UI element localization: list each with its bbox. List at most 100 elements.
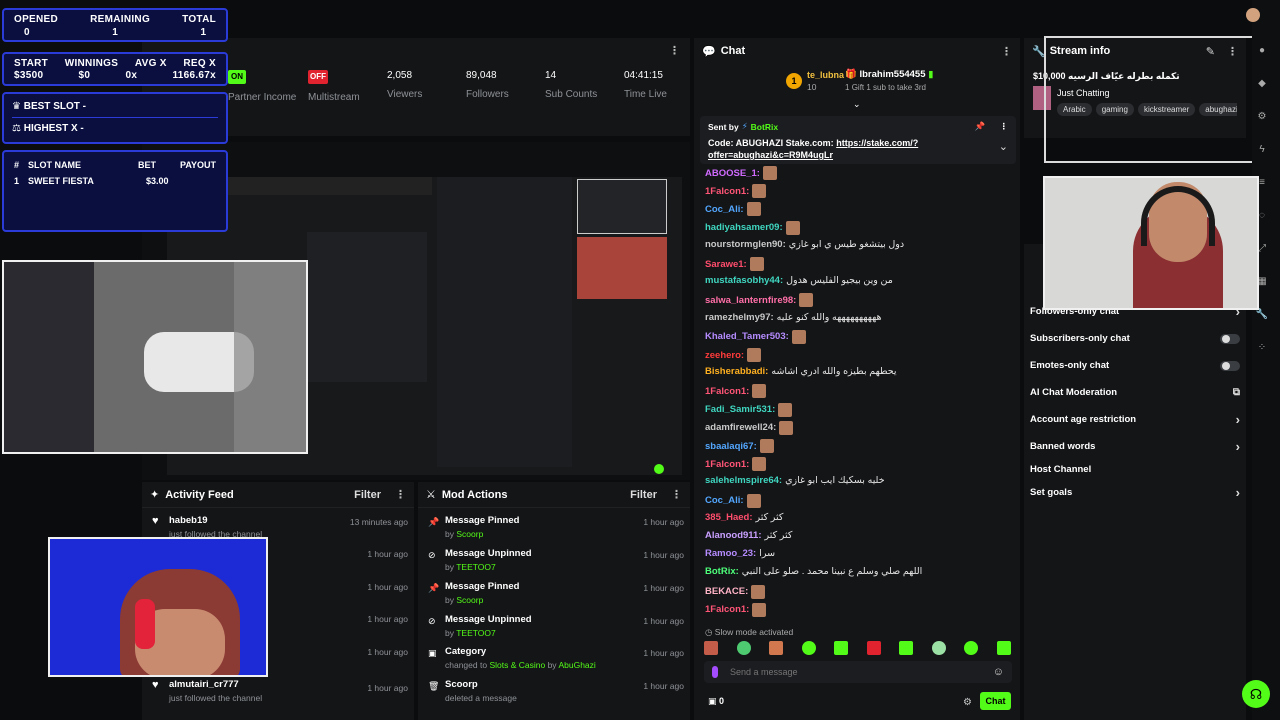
mod-action-by: changed to — [445, 660, 488, 670]
setting-row[interactable]: Emotes-only chat — [1030, 360, 1240, 371]
pinned-link[interactable]: https://stake.com/? — [836, 138, 918, 148]
chat-username[interactable]: Sarawe1: — [705, 259, 747, 270]
emote-icon[interactable] — [899, 641, 914, 655]
chat-username[interactable]: salwa_lanternfire98: — [705, 295, 796, 306]
emote-icon[interactable] — [931, 641, 946, 655]
external-link-icon[interactable]: ⧉ — [1233, 387, 1240, 398]
emote-icon[interactable] — [736, 641, 751, 655]
opened-label: OPENED — [14, 14, 59, 25]
chat-username[interactable]: hadiyahsamer09: — [705, 222, 783, 233]
multistream-stat[interactable]: OFF Multistream — [308, 70, 360, 103]
emote-icon[interactable] — [801, 641, 816, 655]
pinned-sent-by: Sent by — [708, 121, 739, 132]
chat-menu-icon[interactable]: ⋮ — [1001, 45, 1012, 58]
mod-action-user[interactable]: TEETOO7 — [456, 628, 496, 638]
emote-icon[interactable] — [964, 641, 979, 655]
stats-menu-icon[interactable]: ⋮ — [669, 44, 680, 57]
chat-send-button[interactable]: Chat — [980, 692, 1011, 710]
top-gifter[interactable]: 1 te_lubna 10 — [786, 70, 844, 92]
gift-info[interactable]: 🎁 Ibrahim554455 ▮ 1 Gift 1 sub to take 3… — [845, 69, 933, 92]
avatar[interactable] — [1246, 8, 1260, 22]
chat-username[interactable]: Bisherabbadi: — [705, 366, 768, 377]
slow-mode-text: Slow mode activated — [714, 627, 794, 637]
chat-username[interactable]: nourstormglen90: — [705, 239, 786, 250]
setting-row[interactable]: Banned words › — [1030, 440, 1240, 453]
col-bet: BET — [137, 160, 156, 170]
chat-username[interactable]: Coc_Ali: — [705, 204, 744, 215]
viewers-count: 2,058 — [387, 70, 413, 81]
session-stats-box: START WINNINGS AVG X REQ X $3500 $0 0x 1… — [2, 52, 228, 86]
multistream-off-badge: OFF — [308, 70, 328, 84]
emoji-icon[interactable]: ☺ — [993, 666, 1004, 678]
bolt-icon[interactable]: ϟ — [1254, 144, 1270, 160]
chevron-right-icon[interactable]: › — [1236, 440, 1240, 453]
chat-username[interactable]: 385_Haed: — [705, 512, 753, 523]
chat-username[interactable]: Ramoo_23: — [705, 548, 756, 559]
activity-filter-button[interactable]: Filter — [354, 489, 381, 501]
setting-row[interactable]: AI Chat Moderation ⧉ — [1030, 387, 1240, 398]
help-button[interactable]: ☊ — [1242, 680, 1270, 708]
settings-icon[interactable]: ⚙ — [1254, 111, 1270, 127]
setting-row[interactable]: Set goals › — [1030, 486, 1240, 499]
partner-income-stat[interactable]: ON Partner Income — [228, 70, 296, 103]
message-input[interactable] — [730, 667, 993, 677]
mic-icon[interactable] — [712, 666, 718, 678]
setting-row[interactable]: Subscribers-only chat — [1030, 333, 1240, 344]
mod-menu-icon[interactable]: ⋮ — [671, 488, 682, 501]
chat-username[interactable]: adamfirewell24: — [705, 422, 776, 433]
info-icon[interactable]: ● — [1254, 45, 1270, 61]
activity-menu-icon[interactable]: ⋮ — [395, 488, 406, 501]
chat-username[interactable]: ramezhelmy97: — [705, 312, 774, 323]
chat-username[interactable]: Coc_Ali: — [705, 495, 744, 506]
pinned-message[interactable]: Sent by ⚡ BotRix 📌 ⋮ Code: ABUGHAZI Stak… — [700, 116, 1016, 164]
mod-action-user[interactable]: AbuGhazi — [558, 660, 595, 670]
chat-username[interactable]: BEKACE: — [705, 586, 748, 597]
chevron-right-icon[interactable]: › — [1236, 413, 1240, 426]
emote-icon[interactable] — [866, 641, 881, 655]
tool-icon[interactable]: ◆ — [1254, 78, 1270, 94]
chat-username[interactable]: mustafasobhy44: — [705, 275, 783, 286]
chevron-right-icon[interactable]: › — [1236, 486, 1240, 499]
chat-username[interactable]: 1Falcon1: — [705, 604, 749, 615]
chat-username[interactable]: ABOOSE_1: — [705, 168, 760, 179]
pinned-link[interactable]: offer=abughazi&c=R9M4ugLr — [708, 150, 833, 160]
emote-icon[interactable] — [834, 641, 849, 655]
chat-username[interactable]: zeehero: — [705, 350, 744, 361]
setting-row[interactable]: Account age restriction › — [1030, 413, 1240, 426]
mod-action-user[interactable]: TEETOO7 — [456, 562, 496, 572]
start-label: START — [14, 58, 49, 69]
setting-toggle[interactable] — [1220, 333, 1240, 344]
mod-filter-button[interactable]: Filter — [630, 489, 657, 501]
category-link[interactable]: Slots & Casino — [489, 660, 545, 670]
chevron-down-icon[interactable]: ⌄ — [999, 140, 1008, 153]
chat-username[interactable]: salehelmspire64: — [705, 475, 782, 486]
expand-arrow-icon[interactable]: ⌄ — [853, 99, 861, 110]
pinned-menu-icon[interactable]: ⋮ — [1000, 121, 1009, 132]
chat-username[interactable]: Khaled_Tamer503: — [705, 331, 789, 342]
chat-username[interactable]: BotRix: — [705, 566, 739, 577]
emote-icon[interactable] — [769, 641, 784, 655]
chat-settings-icon[interactable]: ⚙ — [963, 697, 972, 708]
mod-action-user[interactable]: Scoorp — [456, 529, 483, 539]
gifter-count: 10 — [807, 82, 817, 92]
chat-input[interactable]: ☺ — [704, 661, 1012, 683]
emote-icon[interactable] — [704, 641, 718, 655]
best-slot-box: ♛ BEST SLOT - ⚖ HIGHEST X - — [2, 92, 228, 144]
setting-toggle[interactable] — [1220, 360, 1240, 371]
chat-username[interactable]: 1Falcon1: — [705, 459, 749, 470]
share-icon[interactable]: ⁘ — [1254, 342, 1270, 358]
pin-icon[interactable]: 📌 — [975, 121, 986, 132]
wrench-icon[interactable]: 🔧 — [1254, 309, 1270, 325]
chat-username[interactable]: Fadi_Samir531: — [705, 404, 775, 415]
best-slot-text: BEST SLOT - — [23, 101, 86, 112]
mod-action-user[interactable]: Scoorp — [456, 595, 483, 605]
chat-username[interactable]: sbaalaqi67: — [705, 441, 757, 452]
pinned-bot-name[interactable]: BotRix — [751, 122, 778, 132]
chat-username[interactable]: 1Falcon1: — [705, 186, 749, 197]
emote-bar[interactable] — [704, 641, 1012, 655]
points-display[interactable]: ▣ 0 — [708, 696, 724, 707]
chat-username[interactable]: 1Falcon1: — [705, 386, 749, 397]
chat-username[interactable]: Alanood911: — [705, 530, 762, 541]
emote-icon[interactable] — [996, 641, 1011, 655]
setting-row[interactable]: Host Channel — [1030, 464, 1240, 475]
